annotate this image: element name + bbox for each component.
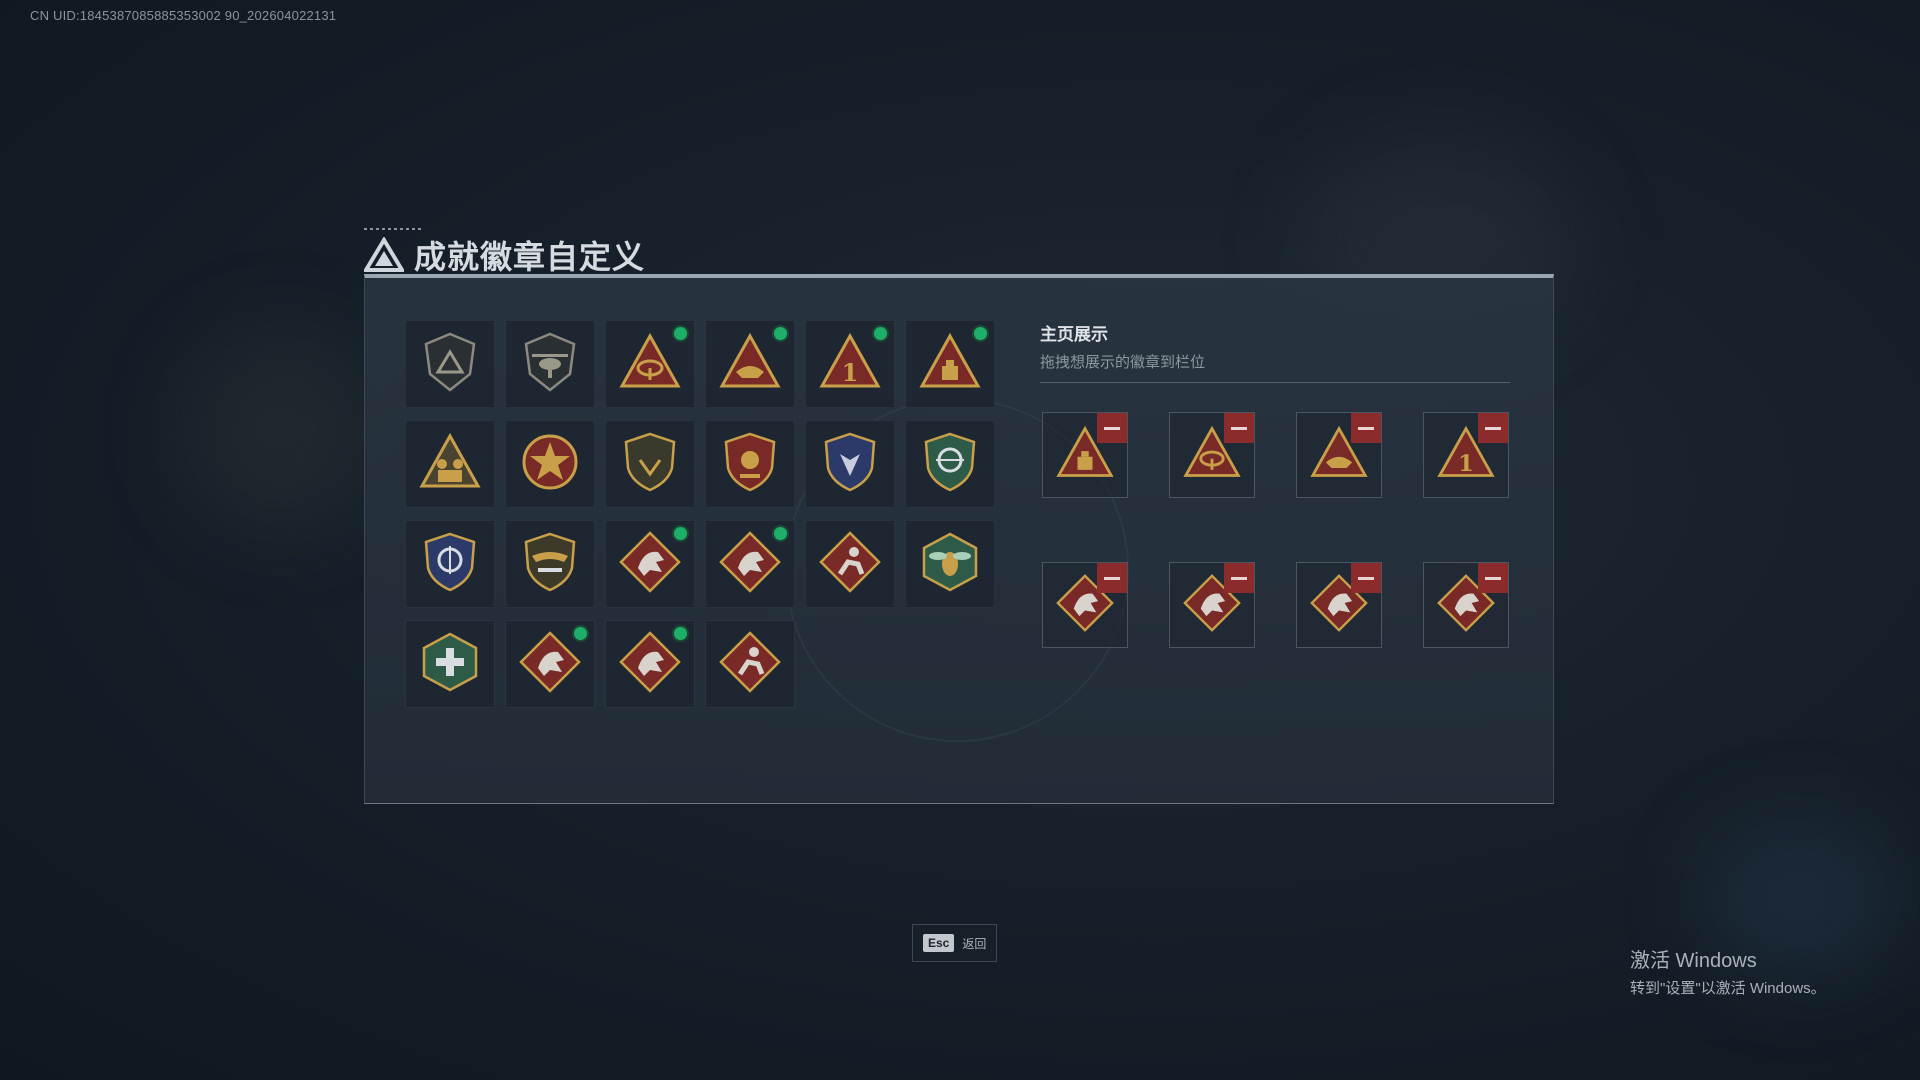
delta-logo-icon: [364, 237, 404, 272]
display-slot[interactable]: [1042, 412, 1128, 498]
remove-slot-button[interactable]: [1351, 563, 1381, 593]
minus-icon: [1358, 576, 1374, 580]
title-decoration: [364, 228, 424, 230]
badge-cell[interactable]: [905, 320, 995, 408]
minus-icon: [1485, 426, 1501, 430]
winged-rifle-icon: [518, 530, 582, 599]
display-subtitle: 拖拽想展示的徽章到栏位: [1040, 354, 1206, 371]
svg-text:1: 1: [1458, 450, 1474, 476]
esc-key-icon: Esc: [923, 934, 955, 952]
star-medal-icon: [518, 430, 582, 499]
badge-cell[interactable]: [505, 520, 595, 608]
minus-icon: [1104, 576, 1120, 580]
new-indicator-dot: [774, 327, 787, 340]
badge-cell[interactable]: [605, 520, 695, 608]
windows-activation-hint: 转到"设置"以激活 Windows。: [1630, 980, 1826, 997]
badge-cell[interactable]: [405, 520, 495, 608]
badge-cell[interactable]: [505, 420, 595, 508]
satellite-dish-icon: [618, 330, 682, 399]
dragon-icon: [718, 530, 782, 599]
page-header: 成就徽章自定义: [364, 232, 645, 278]
squad-icon: [418, 430, 482, 499]
number-one-icon: 1: [818, 330, 882, 399]
minus-icon: [1231, 426, 1247, 430]
windows-activation-watermark: 激活 Windows 转到"设置"以激活 Windows。: [1630, 944, 1826, 998]
badge-cell[interactable]: [505, 620, 595, 708]
display-title: 主页展示: [1040, 325, 1108, 344]
display-slot[interactable]: [1296, 412, 1382, 498]
dragon-icon: [518, 630, 582, 699]
remove-slot-button[interactable]: [1097, 563, 1127, 593]
badge-cell[interactable]: [805, 420, 895, 508]
badge-cell[interactable]: [605, 620, 695, 708]
display-slots: 1: [1042, 412, 1509, 648]
supply-crate-icon: [918, 330, 982, 399]
badge-cell[interactable]: [805, 520, 895, 608]
shield-triangle-icon: [418, 330, 482, 399]
remove-slot-button[interactable]: [1478, 413, 1508, 443]
badge-cell[interactable]: [905, 520, 995, 608]
badge-cell[interactable]: 1: [805, 320, 895, 408]
badge-cell[interactable]: [505, 320, 595, 408]
minus-icon: [1104, 426, 1120, 430]
boat-icon: [718, 330, 782, 399]
badge-cell[interactable]: [405, 420, 495, 508]
new-indicator-dot: [674, 327, 687, 340]
new-indicator-dot: [874, 327, 887, 340]
badge-cell[interactable]: [705, 520, 795, 608]
badge-cell[interactable]: [705, 320, 795, 408]
badge-collection-grid: 1: [405, 320, 995, 708]
badge-cell[interactable]: [905, 420, 995, 508]
dragon-icon: [618, 530, 682, 599]
display-slot[interactable]: [1169, 412, 1255, 498]
display-slot[interactable]: [1169, 562, 1255, 648]
new-indicator-dot: [674, 627, 687, 640]
back-label: 返回: [962, 936, 987, 951]
display-divider: [1040, 382, 1510, 383]
remove-slot-button[interactable]: [1478, 563, 1508, 593]
badge-customize-panel: 1 主页展示 拖拽想展示的徽章到栏位 1: [364, 274, 1554, 804]
remove-slot-button[interactable]: [1224, 413, 1254, 443]
homepage-display-section: 主页展示 拖拽想展示的徽章到栏位 1: [1040, 320, 1510, 648]
crosshair-shield-icon: [918, 430, 982, 499]
new-indicator-dot: [574, 627, 587, 640]
badge-cell[interactable]: [705, 420, 795, 508]
display-slot[interactable]: [1042, 562, 1128, 648]
dragon-icon: [618, 630, 682, 699]
badge-cell[interactable]: [405, 320, 495, 408]
hornet-icon: [918, 530, 982, 599]
svg-text:1: 1: [842, 358, 859, 387]
badge-cell[interactable]: [605, 420, 695, 508]
runner-icon: [818, 530, 882, 599]
new-indicator-dot: [774, 527, 787, 540]
minus-icon: [1358, 426, 1374, 430]
remove-slot-button[interactable]: [1224, 563, 1254, 593]
remove-slot-button[interactable]: [1097, 413, 1127, 443]
windows-activation-title: 激活 Windows: [1630, 950, 1757, 972]
minus-icon: [1231, 576, 1247, 580]
back-button[interactable]: Esc 返回: [912, 924, 998, 962]
remove-slot-button[interactable]: [1351, 413, 1381, 443]
crest-icon: [718, 430, 782, 499]
display-slot[interactable]: [1296, 562, 1382, 648]
wolf-shield-icon: [818, 430, 882, 499]
display-slot[interactable]: [1423, 562, 1509, 648]
badge-cell[interactable]: [405, 620, 495, 708]
uid-text: CN UID:1845387085885353002 90_2026040221…: [30, 8, 337, 23]
new-indicator-dot: [974, 327, 987, 340]
badge-cell[interactable]: [705, 620, 795, 708]
display-slot[interactable]: 1: [1423, 412, 1509, 498]
helicopter-icon: [518, 330, 582, 399]
minus-icon: [1485, 576, 1501, 580]
medic-icon: [418, 630, 482, 699]
scope-shield-icon: [418, 530, 482, 599]
runner-icon: [718, 630, 782, 699]
page-title: 成就徽章自定义: [414, 238, 646, 276]
new-indicator-dot: [674, 527, 687, 540]
badge-cell[interactable]: [605, 320, 695, 408]
shield-wing-icon: [618, 430, 682, 499]
